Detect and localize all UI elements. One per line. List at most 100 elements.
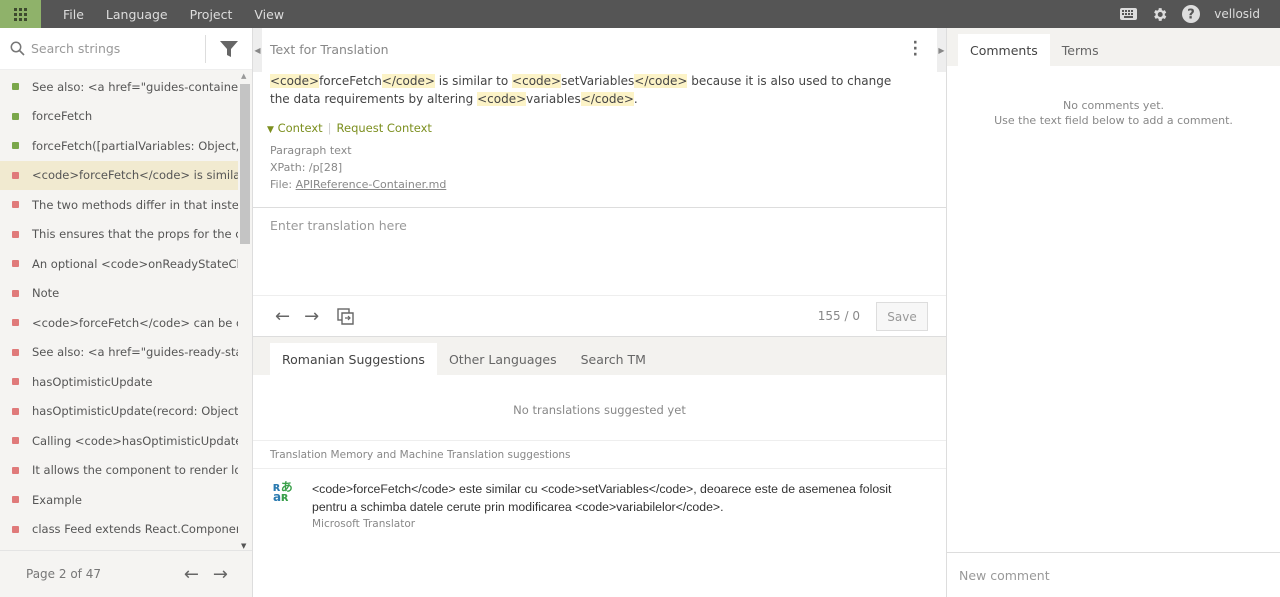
editor-panel: ◀ ▶ Text for Translation · · · <code>force… — [253, 28, 946, 597]
tab-romanian-suggestions[interactable]: Romanian Suggestions — [270, 343, 437, 375]
tm-header: Translation Memory and Machine Translati… — [253, 440, 946, 469]
file-label: File: — [270, 178, 296, 191]
search-input[interactable]: Search strings — [31, 41, 205, 56]
html-tag: </code> — [381, 74, 435, 88]
more-options-icon[interactable]: · · · — [913, 36, 918, 62]
string-list-item[interactable]: class Feed extends React.Componen... — [0, 515, 238, 545]
html-tag: </code> — [634, 74, 688, 88]
character-count: 155 / 0 — [817, 309, 860, 323]
tab-search-tm[interactable]: Search TM — [569, 343, 658, 375]
string-list-item[interactable]: Example — [0, 485, 238, 515]
previous-string-arrow-icon[interactable]: ← — [275, 306, 290, 327]
translation-input[interactable]: Enter translation here — [270, 218, 407, 233]
string-list-item[interactable]: <code>forceFetch</code> can be cal... — [0, 308, 238, 338]
divider — [205, 34, 206, 63]
untranslated-status-icon — [12, 407, 19, 415]
string-list-item[interactable]: An optional <code>onReadyStateCh... — [0, 249, 238, 279]
mt-provider: Microsoft Translator — [312, 518, 416, 530]
menu-view[interactable]: View — [254, 7, 284, 22]
string-list-item[interactable]: Note — [0, 279, 238, 309]
username[interactable]: vellosid — [1214, 7, 1260, 21]
string-list-item[interactable]: This ensures that the props for the c... — [0, 220, 238, 250]
string-list-item[interactable]: See also: <a href="guides-containers... — [0, 72, 238, 102]
untranslated-status-icon — [12, 378, 19, 386]
mt-suggestion-text[interactable]: <code>forceFetch</code> este similar cu … — [312, 480, 922, 516]
keyboard-icon[interactable] — [1120, 8, 1138, 20]
untranslated-status-icon — [12, 496, 19, 504]
string-text: See also: <a href="guides-containers... — [32, 79, 238, 94]
string-list-item[interactable]: See also: <a href="guides-ready-stat... — [0, 338, 238, 368]
gear-icon[interactable] — [1151, 6, 1168, 23]
string-text: forceFetch — [32, 109, 93, 124]
string-list-item[interactable]: Calling <code>hasOptimisticUpdate... — [0, 426, 238, 456]
page-indicator: Page 2 of 47 — [26, 567, 101, 581]
untranslated-status-icon — [12, 466, 19, 474]
source-segment: forceFetch — [319, 74, 382, 88]
no-comments-hint: Use the text field below to add a commen… — [994, 114, 1233, 127]
menu-project[interactable]: Project — [190, 7, 233, 22]
comment-tabs: Comments Terms — [947, 28, 1280, 66]
untranslated-status-icon — [12, 319, 19, 327]
string-list-item[interactable]: The two methods differ in that inste... — [0, 190, 238, 220]
string-list-item[interactable]: hasOptimisticUpdate — [0, 367, 238, 397]
source-segment: variables — [526, 92, 581, 106]
mt-suggestion[interactable]: ʀあ aʀ <code>forceFetch</code> este simila… — [273, 480, 922, 530]
string-text: Example — [32, 492, 82, 507]
request-context-link[interactable]: Request Context — [337, 121, 432, 135]
paragraph-type: Paragraph text — [270, 144, 352, 157]
svg-text:?: ? — [1188, 8, 1196, 23]
menu-file[interactable]: File — [63, 7, 84, 22]
html-tag: </code> — [580, 92, 634, 106]
html-tag: <code> — [270, 74, 320, 88]
search-bar: Search strings — [0, 28, 252, 70]
prev-page-arrow-icon[interactable]: ← — [184, 564, 199, 585]
context-row: ▼ Context | Request Context — [267, 121, 432, 135]
untranslated-status-icon — [12, 230, 19, 238]
save-button[interactable]: Save — [876, 302, 928, 331]
apps-menu-button[interactable] — [0, 0, 41, 28]
string-text: The two methods differ in that inste... — [32, 197, 238, 212]
filter-icon[interactable] — [220, 40, 238, 58]
next-string-arrow-icon[interactable]: → — [304, 306, 319, 327]
scrollbar-thumb[interactable] — [240, 84, 250, 244]
context-toggle[interactable]: Context — [278, 121, 323, 135]
untranslated-status-icon — [12, 201, 19, 209]
string-list-item[interactable]: <code>forceFetch</code> is similar ... — [0, 160, 238, 190]
menu-language[interactable]: Language — [106, 7, 168, 22]
next-page-arrow-icon[interactable]: → — [213, 564, 228, 585]
top-bar: File Language Project View ? vellosid — [0, 0, 1280, 28]
source-section: Text for Translation · · · <code>forceFetc… — [253, 28, 946, 208]
copy-source-icon[interactable] — [337, 307, 354, 325]
source-segment: setVariables — [561, 74, 635, 88]
scrollbar[interactable]: ▲ ▼ — [238, 72, 252, 550]
string-text: <code>forceFetch</code> is similar ... — [32, 168, 238, 183]
source-label: Text for Translation — [270, 42, 389, 57]
suggestion-tabs: Romanian Suggestions Other Languages Sea… — [253, 337, 946, 375]
string-text: Note — [32, 286, 60, 301]
tab-other-languages[interactable]: Other Languages — [437, 343, 569, 375]
context-toggle-icon[interactable]: ▼ — [267, 125, 274, 135]
help-icon[interactable]: ? — [1182, 5, 1201, 23]
search-icon — [10, 41, 25, 56]
string-list-item[interactable]: It allows the component to render lo... — [0, 456, 238, 486]
tab-terms[interactable]: Terms — [1050, 34, 1111, 66]
no-comments-message: No comments yet. Use the text field belo… — [947, 98, 1280, 128]
comments-panel: Comments Terms No comments yet. Use the … — [946, 28, 1280, 597]
string-text: This ensures that the props for the c... — [32, 227, 238, 242]
translated-status-icon — [12, 142, 19, 150]
source-text: <code>forceFetch</code> is similar to <c… — [270, 72, 900, 108]
string-text: Calling <code>hasOptimisticUpdate... — [32, 433, 238, 448]
context-details: Paragraph text XPath: /p[28] File: APIRe… — [270, 142, 446, 193]
source-segment: is similar to — [434, 74, 513, 88]
string-list-item[interactable]: hasOptimisticUpdate(record: Object... — [0, 397, 238, 427]
string-list-item[interactable]: forceFetch([partialVariables: Object, ..… — [0, 131, 238, 161]
no-comments-text: No comments yet. — [1062, 99, 1165, 112]
string-text: forceFetch([partialVariables: Object, ..… — [32, 138, 238, 153]
string-list-item[interactable]: forceFetch — [0, 102, 238, 132]
xpath: XPath: /p[28] — [270, 161, 343, 174]
file-link[interactable]: APIReference-Container.md — [296, 178, 447, 191]
html-tag: <code> — [477, 92, 527, 106]
new-comment-input[interactable]: New comment — [947, 552, 1280, 597]
tab-comments[interactable]: Comments — [958, 34, 1050, 66]
string-text: hasOptimisticUpdate(record: Object... — [32, 404, 238, 419]
